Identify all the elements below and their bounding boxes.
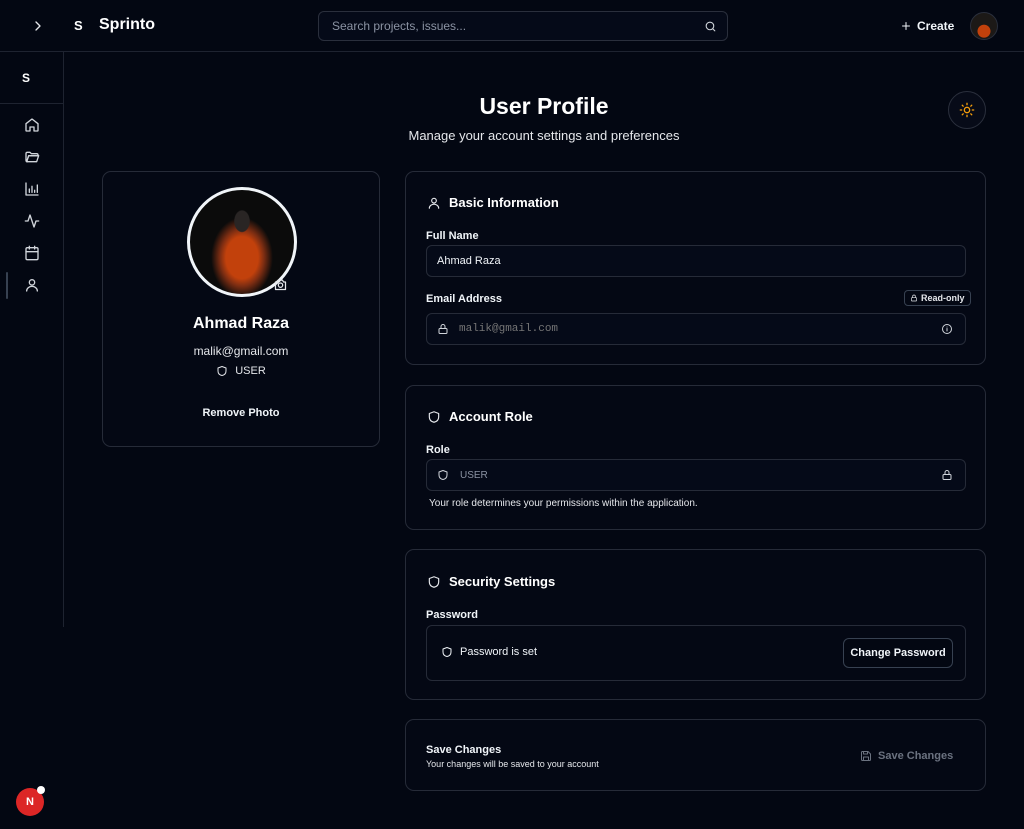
search-input[interactable] (332, 19, 704, 33)
sidebar-item-activity[interactable] (24, 213, 40, 229)
shield-icon (438, 470, 448, 480)
profile-name: Ahmad Raza (192, 315, 290, 332)
notification-dot (37, 786, 45, 794)
folder-icon (25, 151, 40, 163)
profile-email: malik@gmail.com (193, 344, 289, 358)
sidebar-item-profile[interactable] (24, 277, 40, 293)
full-name-label: Full Name (426, 230, 479, 242)
full-name-field[interactable] (426, 245, 966, 277)
create-button[interactable]: Create (900, 17, 954, 35)
basic-information-card: Basic Information Full Name Email Addres… (405, 171, 986, 365)
search-bar[interactable] (318, 11, 728, 41)
section-title-role: Account Role (427, 409, 533, 424)
security-settings-card: Security Settings Password Password is s… (405, 549, 986, 700)
page-title: User Profile (479, 93, 609, 119)
search-icon[interactable] (704, 20, 717, 33)
account-role-card: Account Role Role USER Your role determi… (405, 385, 986, 530)
save-icon (861, 751, 871, 761)
password-box: Password is set Change Password (426, 625, 966, 681)
create-label: Create (917, 19, 955, 33)
save-changes-title: Save Changes (426, 744, 502, 756)
shield-icon (442, 647, 452, 657)
bar-chart-icon (25, 182, 39, 196)
expand-sidebar-icon[interactable] (30, 18, 46, 34)
email-input (459, 323, 941, 335)
page-subtitle: Manage your account settings and prefere… (408, 128, 680, 143)
shield-icon (428, 575, 440, 588)
lock-icon (942, 470, 952, 480)
role-field: USER (426, 459, 966, 491)
save-changes-button[interactable]: Save Changes (860, 746, 953, 766)
security-settings-title: Security Settings (449, 574, 556, 589)
email-label: Email Address (426, 293, 503, 305)
plus-icon (902, 22, 910, 30)
calendar-icon (25, 245, 39, 261)
password-status: Password is set (441, 646, 537, 658)
sidebar-item-reports[interactable] (24, 181, 40, 197)
lock-icon (911, 294, 917, 302)
user-icon (26, 279, 38, 292)
top-bar: S Sprinto Create (0, 0, 1024, 52)
theme-toggle-button[interactable] (948, 91, 986, 129)
profile-role-label: USER (235, 365, 266, 377)
sidebar-item-calendar[interactable] (24, 245, 40, 261)
profile-card: Ahmad Raza malik@gmail.com USER Remove P… (102, 171, 380, 447)
sun-icon (959, 102, 975, 118)
password-label: Password (426, 609, 478, 621)
activity-icon (24, 214, 40, 228)
section-title-security: Security Settings (427, 574, 555, 589)
change-password-button[interactable]: Change Password (843, 638, 953, 668)
full-name-input[interactable] (437, 255, 953, 267)
user-icon (428, 197, 440, 209)
read-only-badge: Read-only (904, 290, 971, 306)
save-changes-subtitle: Your changes will be saved to your accou… (426, 759, 599, 769)
user-avatar[interactable] (970, 12, 998, 40)
role-label: Role (426, 444, 450, 456)
logo-letter: S (74, 18, 83, 33)
profile-role: USER (103, 365, 379, 377)
role-hint: Your role determines your permissions wi… (429, 498, 698, 509)
shield-icon (428, 410, 440, 423)
brand-name[interactable]: Sprinto (99, 16, 155, 34)
save-changes-button-label: Save Changes (878, 750, 954, 762)
read-only-label: Read-only (921, 293, 965, 303)
basic-information-title: Basic Information (449, 195, 559, 210)
remove-photo-button[interactable]: Remove Photo (103, 407, 379, 419)
lock-icon (438, 324, 448, 334)
shield-icon (217, 366, 227, 376)
section-title-basic: Basic Information (427, 195, 559, 210)
info-icon[interactable] (941, 323, 953, 335)
sidebar-logo-letter: S (22, 71, 31, 85)
sidebar-active-indicator (6, 272, 8, 299)
role-value: USER (460, 469, 488, 481)
save-changes-card: Save Changes Your changes will be saved … (405, 719, 986, 791)
email-field (426, 313, 966, 345)
sidebar-item-projects[interactable] (24, 149, 40, 165)
camera-icon[interactable] (273, 277, 288, 292)
password-status-text: Password is set (460, 646, 538, 658)
account-role-title: Account Role (449, 409, 533, 424)
